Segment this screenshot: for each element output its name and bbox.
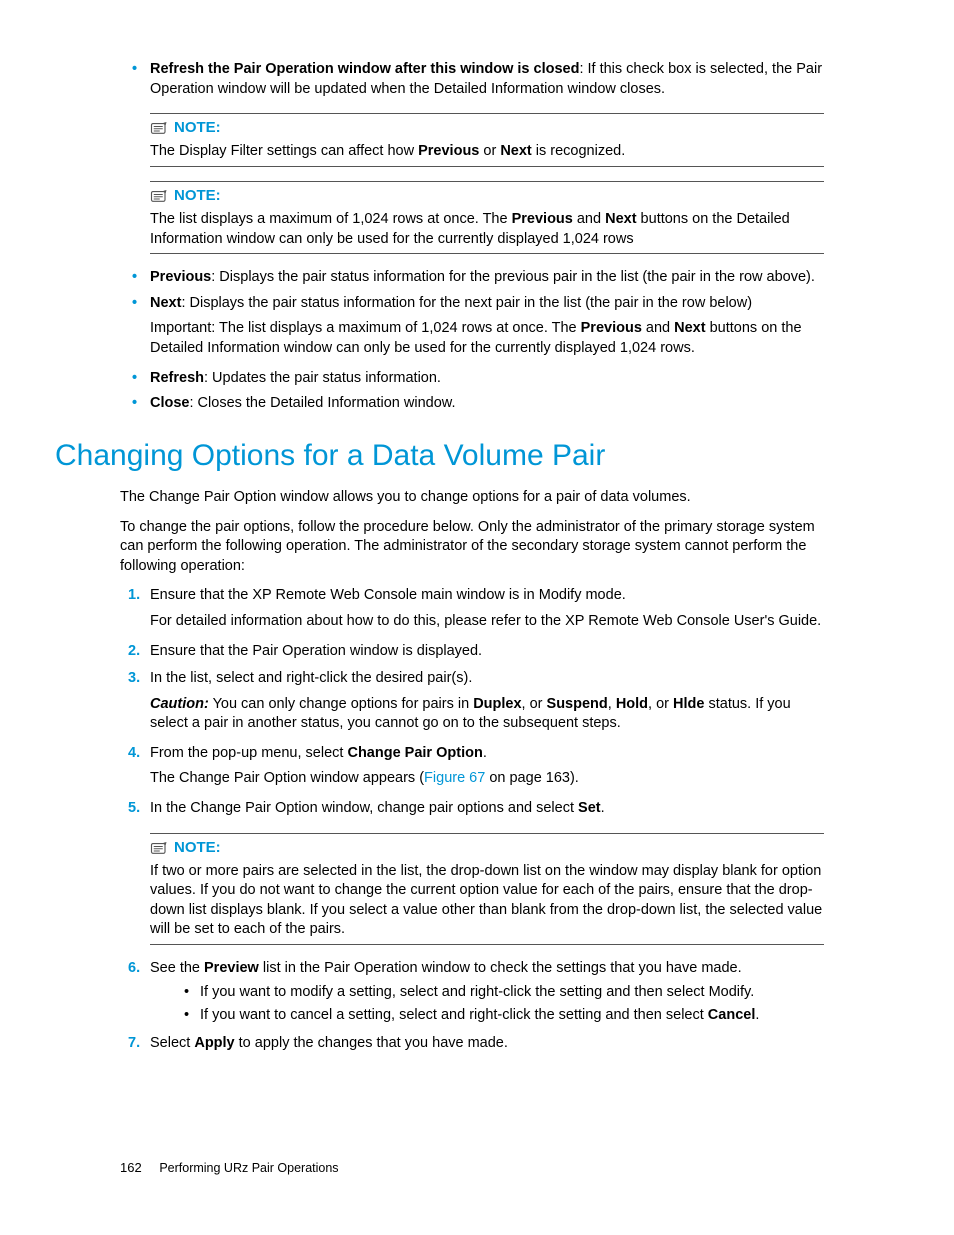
note-body: The list displays a maximum of 1,024 row… <box>150 210 824 249</box>
note-block-3: NOTE: If two or more pairs are selected … <box>150 833 824 946</box>
step-2: Ensure that the Pair Operation window is… <box>150 642 824 662</box>
note-rule <box>150 166 824 167</box>
note-head: NOTE: <box>150 118 824 138</box>
note-rule <box>150 944 824 945</box>
sub-modify: If you want to modify a setting, select … <box>200 983 824 1003</box>
mid-bullet-list: Previous: Displays the pair status infor… <box>120 268 824 413</box>
note-body: If two or more pairs are selected in the… <box>150 862 824 940</box>
note-rule <box>150 113 824 114</box>
bullet-previous: Previous: Displays the pair status infor… <box>150 268 824 288</box>
intro-para-2: To change the pair options, follow the p… <box>120 518 824 577</box>
bullet-next: Next: Displays the pair status informati… <box>150 294 824 359</box>
note-icon <box>150 189 168 203</box>
step-3: In the list, select and right-click the … <box>150 669 824 734</box>
note-icon <box>150 121 168 135</box>
top-bullet-list: Refresh the Pair Operation window after … <box>120 60 824 99</box>
important-text: Important: The list displays a maximum o… <box>150 319 824 358</box>
bullet-title: Refresh the Pair Operation window after … <box>150 61 579 77</box>
step-1: Ensure that the XP Remote Web Console ma… <box>150 586 824 631</box>
sub-cancel: If you want to cancel a setting, select … <box>200 1006 824 1026</box>
step-3-caution: Caution: You can only change options for… <box>150 695 824 734</box>
footer-section: Performing URz Pair Operations <box>159 1161 338 1175</box>
bullet-refresh: Refresh: Updates the pair status informa… <box>150 369 824 389</box>
step-1-detail: For detailed information about how to do… <box>150 612 824 632</box>
steps-list: Ensure that the XP Remote Web Console ma… <box>120 586 824 818</box>
page-number: 162 <box>120 1160 142 1175</box>
intro-para-1: The Change Pair Option window allows you… <box>120 488 824 508</box>
section-heading: Changing Options for a Data Volume Pair <box>55 436 824 477</box>
note-head: NOTE: <box>150 838 824 858</box>
step-6: See the Preview list in the Pair Operati… <box>150 959 824 1026</box>
bullet-refresh-pair: Refresh the Pair Operation window after … <box>150 60 824 99</box>
note-rule <box>150 181 824 182</box>
page-content: Refresh the Pair Operation window after … <box>120 60 824 1053</box>
step-6-sublist: If you want to modify a setting, select … <box>150 983 824 1026</box>
note-rule <box>150 833 824 834</box>
note-label: NOTE: <box>174 838 221 858</box>
bullet-close: Close: Closes the Detailed Information w… <box>150 394 824 414</box>
step-5: In the Change Pair Option window, change… <box>150 799 824 819</box>
step-7: Select Apply to apply the changes that y… <box>150 1034 824 1054</box>
steps-list-2: See the Preview list in the Pair Operati… <box>120 959 824 1053</box>
note-icon <box>150 841 168 855</box>
page-footer: 162 Performing URz Pair Operations <box>120 1159 339 1177</box>
note-rule <box>150 253 824 254</box>
step-4: From the pop-up menu, select Change Pair… <box>150 744 824 789</box>
note-label: NOTE: <box>174 186 221 206</box>
note-body: The Display Filter settings can affect h… <box>150 142 824 162</box>
note-head: NOTE: <box>150 186 824 206</box>
note-block-2: NOTE: The list displays a maximum of 1,0… <box>150 181 824 254</box>
figure-link[interactable]: Figure 67 <box>424 770 485 786</box>
step-4-detail: The Change Pair Option window appears (F… <box>150 769 824 789</box>
note-label: NOTE: <box>174 118 221 138</box>
note-block-1: NOTE: The Display Filter settings can af… <box>150 113 824 167</box>
